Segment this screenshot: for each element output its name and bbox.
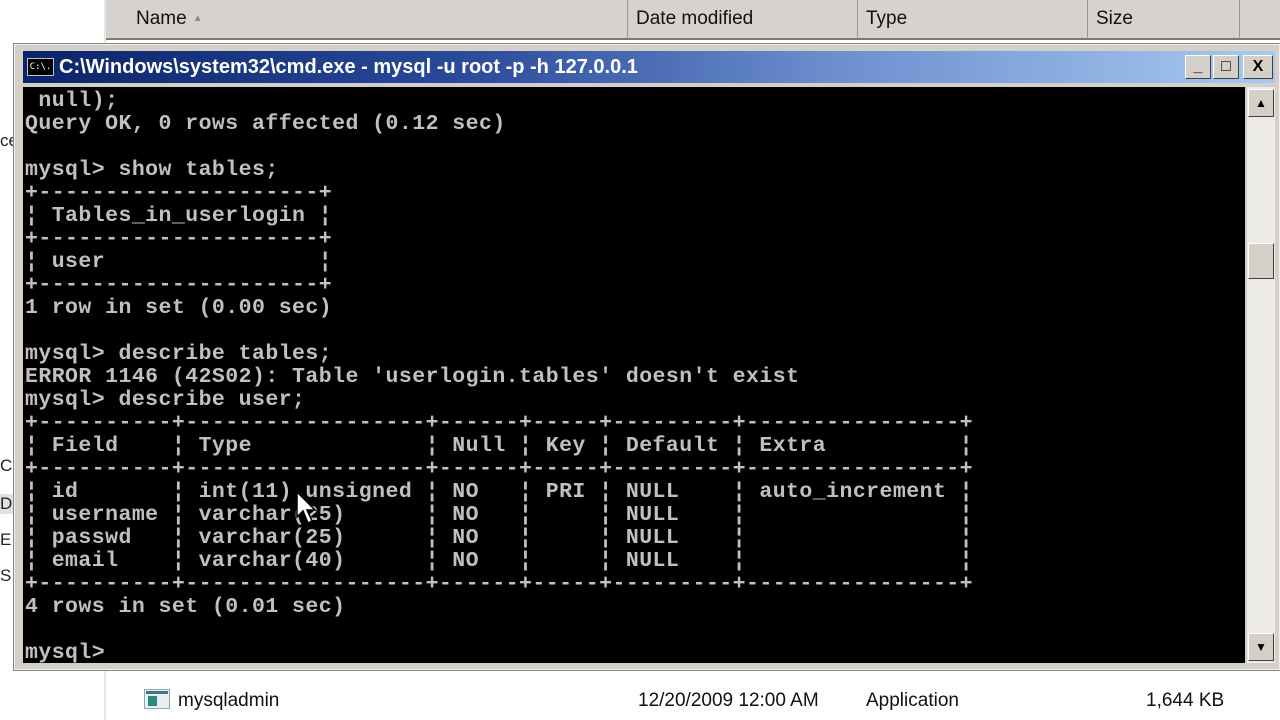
- file-size: 1,644 KB: [1146, 690, 1225, 711]
- console-line: +----------+------------------+------+--…: [25, 411, 973, 435]
- close-button[interactable]: X: [1243, 55, 1273, 79]
- console-line: ¦ email ¦ varchar(40) ¦ NO ¦ ¦ NULL ¦ ¦: [25, 549, 973, 573]
- console-line: null);: [25, 89, 119, 113]
- nav-pane-text-fragment[interactable]: C: [0, 456, 12, 476]
- console-line: ¦ id ¦ int(11) unsigned ¦ NO ¦ PRI ¦ NUL…: [25, 480, 973, 504]
- file-type: Application: [866, 690, 959, 711]
- console-text: null); Query OK, 0 rows affected (0.12 se…: [23, 89, 1245, 664]
- console-line: +----------+------------------+------+--…: [25, 572, 973, 596]
- console-line: mysql>: [25, 641, 106, 664]
- window-title: C:\Windows\system32\cmd.exe - mysql -u r…: [59, 56, 638, 78]
- vertical-scrollbar[interactable]: ▲ ▼: [1247, 87, 1275, 663]
- column-header-filler: [1240, 0, 1280, 40]
- column-header-name[interactable]: Name ▲: [106, 0, 628, 40]
- sort-ascending-icon: ▲: [192, 13, 203, 24]
- file-list-row[interactable]: mysqladmin 12/20/2009 12:00 AM Applicati…: [106, 683, 1280, 720]
- maximize-button[interactable]: □: [1213, 55, 1239, 79]
- column-header-name-label: Name: [136, 8, 187, 30]
- column-header-type[interactable]: Type: [858, 0, 1088, 40]
- nav-pane-text-fragment[interactable]: E: [0, 530, 11, 550]
- column-header-size[interactable]: Size: [1088, 0, 1240, 40]
- console-line: +---------------------+: [25, 181, 333, 205]
- cmd-icon[interactable]: C:\.: [27, 58, 54, 76]
- console-line: ¦ passwd ¦ varchar(25) ¦ NO ¦ ¦ NULL ¦ ¦: [25, 526, 973, 550]
- column-header-date-label: Date modified: [636, 8, 754, 29]
- console-line: 4 rows in set (0.01 sec): [25, 595, 346, 619]
- file-date-modified: 12/20/2009 12:00 AM: [638, 690, 819, 711]
- console-line: ¦ username ¦ varchar(25) ¦ NO ¦ ¦ NULL ¦…: [25, 503, 973, 527]
- nav-pane-text-fragment[interactable]: D: [0, 494, 14, 514]
- console-line: +---------------------+: [25, 227, 333, 251]
- title-bar[interactable]: C:\. C:\Windows\system32\cmd.exe - mysql…: [23, 51, 1275, 83]
- console-output[interactable]: null); Query OK, 0 rows affected (0.12 se…: [23, 87, 1245, 663]
- console-line: mysql> show tables;: [25, 158, 279, 182]
- console-line: mysql> describe user;: [25, 388, 306, 412]
- minimize-button[interactable]: _: [1185, 55, 1211, 79]
- application-icon: [144, 689, 170, 709]
- column-header-date-modified[interactable]: Date modified: [628, 0, 858, 40]
- console-line: ¦ Tables_in_userlogin ¦: [25, 204, 333, 228]
- file-name: mysqladmin: [178, 690, 280, 711]
- scrollbar-thumb[interactable]: [1248, 243, 1274, 279]
- console-line: +----------+------------------+------+--…: [25, 457, 973, 481]
- mouse-pointer-icon: [296, 491, 317, 525]
- cmd-window[interactable]: C:\. C:\Windows\system32\cmd.exe - mysql…: [14, 44, 1280, 670]
- console-line: mysql> describe tables;: [25, 342, 333, 366]
- console-line: ¦ Field ¦ Type ¦ Null ¦ Key ¦ Default ¦ …: [25, 434, 973, 458]
- scroll-up-button[interactable]: ▲: [1248, 89, 1274, 117]
- console-line: 1 row in set (0.00 sec): [25, 296, 333, 320]
- console-line: +---------------------+: [25, 273, 333, 297]
- column-header-type-label: Type: [866, 8, 908, 29]
- console-line: Query OK, 0 rows affected (0.12 sec): [25, 112, 506, 136]
- console-line: ¦ user ¦: [25, 250, 333, 274]
- console-line: ERROR 1146 (42S02): Table 'userlogin.tab…: [25, 365, 800, 389]
- column-header-size-label: Size: [1096, 8, 1133, 29]
- scroll-down-button[interactable]: ▼: [1248, 633, 1274, 661]
